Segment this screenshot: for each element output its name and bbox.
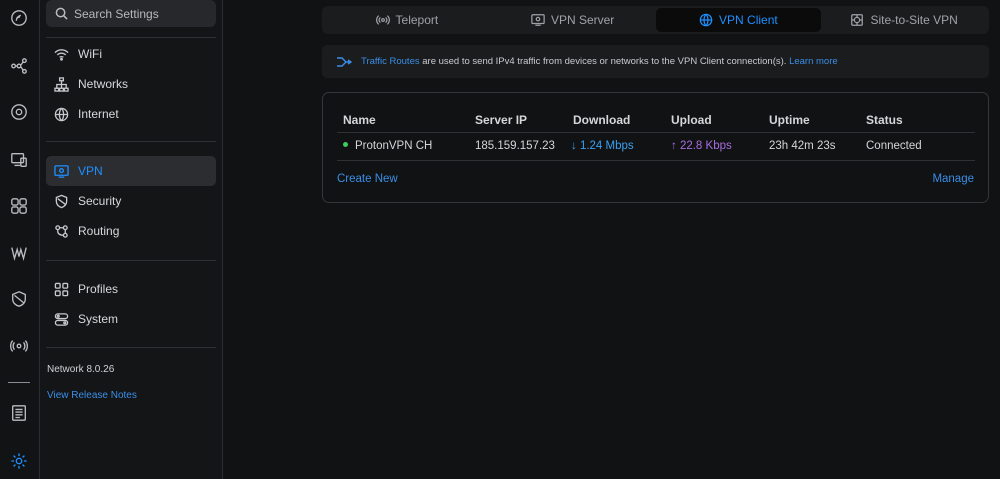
- vpn-name: ProtonVPN CH: [355, 140, 433, 152]
- insights-icon[interactable]: [9, 243, 29, 263]
- system-icon: [54, 312, 69, 326]
- traffic-routes-link[interactable]: Traffic Routes: [361, 56, 420, 67]
- vpn-name-cell: ProtonVPN CH: [343, 140, 432, 152]
- sidebar-divider: [46, 347, 216, 348]
- sidebar-divider: [46, 141, 216, 142]
- tab-label: VPN Client: [719, 13, 778, 27]
- learn-more-link[interactable]: Learn more: [789, 56, 838, 67]
- wifi-icon: [54, 48, 69, 61]
- globe-icon: [54, 107, 69, 121]
- sidebar-item-label: Profiles: [78, 282, 119, 296]
- sidebar-item-label: Networks: [78, 77, 129, 91]
- shield-icon: [55, 194, 68, 208]
- vpn-client-icon: [699, 13, 713, 27]
- download-rate-cell: ↓ 1.24 Mbps: [571, 140, 634, 152]
- status-cell: Connected: [866, 140, 922, 152]
- column-header-server-ip: Server IP: [475, 113, 528, 127]
- tab-vpn-client[interactable]: VPN Client: [655, 8, 822, 32]
- search-box[interactable]: [46, 0, 216, 27]
- vpn-icon: [54, 164, 69, 178]
- site-to-site-icon: [851, 14, 864, 26]
- uptime-cell: 23h 42m 23s: [769, 140, 836, 152]
- routing-icon: [55, 224, 68, 238]
- banner-text: are used to send IPv4 traffic from devic…: [419, 56, 790, 67]
- column-header-download: Download: [573, 113, 631, 127]
- settings-gear-icon[interactable]: [9, 451, 29, 471]
- online-status-dot: [343, 142, 348, 148]
- tab-site-to-site-vpn[interactable]: Site-to-Site VPN: [821, 8, 987, 32]
- tab-vpn-server[interactable]: VPN Server: [490, 8, 656, 32]
- protect-icon[interactable]: [9, 289, 29, 309]
- sidebar-item-vpn[interactable]: VPN: [46, 156, 216, 186]
- sidebar-item-wifi[interactable]: WiFi: [46, 39, 216, 69]
- upload-rate-cell: ↑ 22.8 Kbps: [671, 140, 732, 152]
- traffic-routes-banner: Traffic Routes are used to send IPv4 tra…: [322, 45, 989, 78]
- sidebar-item-label: WiFi: [78, 47, 102, 61]
- topology-icon[interactable]: [9, 56, 29, 76]
- apps-icon[interactable]: [9, 196, 29, 216]
- teleport-icon: [375, 15, 390, 25]
- version-label: Network 8.0.26: [47, 364, 115, 375]
- vpn-server-icon: [531, 14, 545, 26]
- sidebar-item-label: Internet: [78, 107, 119, 121]
- rail-divider: [8, 382, 30, 383]
- sidebar-divider: [46, 260, 216, 261]
- release-notes-link[interactable]: View Release Notes: [47, 390, 137, 401]
- sidebar-item-profiles[interactable]: Profiles: [46, 274, 216, 304]
- sidebar-divider: [46, 37, 216, 38]
- radio-icon[interactable]: [9, 336, 29, 356]
- sidebar-item-label: System: [78, 312, 119, 326]
- profiles-icon: [54, 282, 69, 296]
- header-divider: [337, 132, 975, 133]
- column-header-name: Name: [343, 113, 376, 127]
- networks-icon: [54, 76, 69, 92]
- tab-label: Teleport: [395, 13, 439, 27]
- sidebar-item-system[interactable]: System: [46, 304, 216, 334]
- sidebar-item-internet[interactable]: Internet: [46, 99, 216, 129]
- search-input[interactable]: [74, 6, 204, 21]
- server-ip-cell: 185.159.157.23: [475, 140, 555, 152]
- settings-sidebar: WiFi Networks Internet VPN Security Rout…: [40, 0, 223, 479]
- app-icon-rail: [0, 0, 40, 479]
- sidebar-item-security[interactable]: Security: [46, 186, 216, 216]
- manage-link[interactable]: Manage: [932, 173, 974, 185]
- column-header-status: Status: [866, 113, 903, 127]
- dashboard-icon[interactable]: [9, 8, 29, 28]
- vpn-client-table: Name Server IP Download Upload Uptime St…: [322, 92, 989, 203]
- devices-icon[interactable]: [9, 102, 29, 122]
- tab-label: VPN Server: [550, 13, 615, 27]
- sidebar-item-label: Routing: [78, 224, 120, 238]
- sidebar-item-label: VPN: [78, 164, 103, 178]
- sidebar-item-label: Security: [78, 194, 122, 208]
- column-header-uptime: Uptime: [769, 113, 810, 127]
- tab-teleport[interactable]: Teleport: [324, 8, 490, 32]
- sidebar-item-routing[interactable]: Routing: [46, 216, 216, 246]
- clients-icon[interactable]: [9, 150, 29, 170]
- row-divider: [337, 160, 975, 161]
- sidebar-item-networks[interactable]: Networks: [46, 69, 216, 99]
- logs-icon[interactable]: [9, 403, 29, 423]
- search-icon: [55, 7, 68, 20]
- vpn-tabs: Teleport VPN Server VPN Client Site-to-S…: [322, 6, 989, 34]
- tab-label: Site-to-Site VPN: [870, 13, 958, 27]
- traffic-routes-icon: [337, 56, 352, 67]
- create-new-link[interactable]: Create New: [337, 173, 398, 185]
- column-header-upload: Upload: [671, 113, 712, 127]
